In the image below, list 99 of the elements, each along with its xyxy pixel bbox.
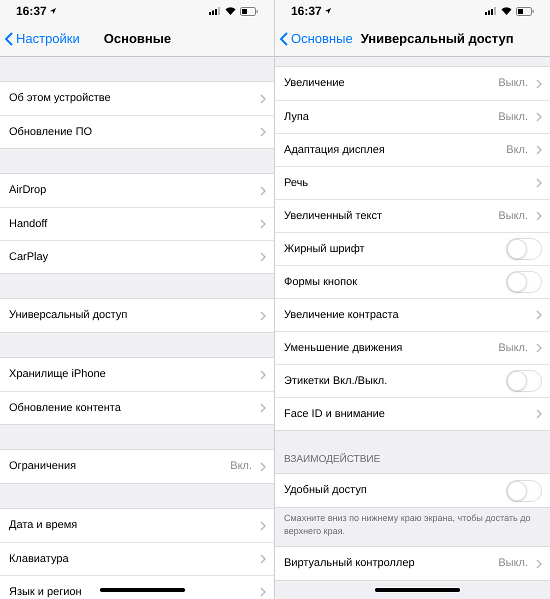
row-label: Удобный доступ: [284, 483, 367, 498]
settings-row[interactable]: Handoff: [0, 207, 274, 240]
chevron-icon: [536, 178, 542, 188]
row-label: Увеличение: [284, 76, 345, 92]
settings-row[interactable]: Речь: [275, 166, 550, 199]
chevron-icon: [260, 370, 266, 380]
battery-icon: [240, 6, 258, 16]
chevron-icon: [260, 554, 266, 564]
settings-row[interactable]: Обновление контента: [0, 391, 274, 424]
row-label: Виртуальный контроллер: [284, 556, 415, 572]
settings-row[interactable]: CarPlay: [0, 240, 274, 273]
row-value: Выкл.: [498, 76, 528, 92]
row-label: Лупа: [284, 110, 309, 125]
row-label: Face ID и внимание: [284, 406, 385, 422]
settings-row[interactable]: Уменьшение движения Выкл.: [275, 331, 550, 364]
settings-row[interactable]: Этикетки Вкл./Выкл.: [275, 364, 550, 397]
row-label: Жирный шрифт: [284, 242, 365, 257]
settings-row[interactable]: Клавиатура: [0, 542, 274, 575]
section-footer: Смахните вниз по нижнему краю экрана, чтобы достать до верхнего края.: [284, 512, 541, 538]
settings-row[interactable]: Адаптация дисплея Вкл.: [275, 133, 550, 166]
row-value: Выкл.: [498, 110, 528, 125]
back-icon: [280, 32, 288, 46]
settings-row[interactable]: Увеличение Выкл.: [275, 67, 550, 100]
chevron-icon: [536, 409, 542, 419]
row-label: Речь: [284, 176, 308, 191]
settings-row[interactable]: Об этом устройстве: [0, 82, 274, 115]
back-button[interactable]: Настройки: [5, 29, 80, 49]
chevron-icon: [536, 310, 542, 320]
settings-row[interactable]: AirDrop: [0, 174, 274, 207]
row-label: AirDrop: [9, 183, 46, 198]
row-label: Универсальный доступ: [9, 308, 128, 324]
row-label: Увеличенный текст: [284, 208, 382, 224]
chevron-icon: [260, 587, 266, 597]
wifi-icon: [501, 7, 512, 15]
toggle-switch[interactable]: [506, 238, 542, 260]
battery-icon: [516, 6, 534, 16]
settings-row[interactable]: Увеличение контраста: [275, 298, 550, 331]
row-label: Клавиатура: [9, 552, 69, 567]
chevron-icon: [260, 127, 266, 137]
settings-row[interactable]: Ограничения Вкл.: [0, 450, 274, 483]
toggle-switch[interactable]: [506, 271, 542, 293]
settings-row[interactable]: Face ID и внимание: [275, 397, 550, 430]
row-label: CarPlay: [9, 250, 48, 265]
settings-row[interactable]: Дата и время: [0, 509, 274, 542]
row-label: Язык и регион: [9, 584, 82, 599]
chevron-icon: [536, 145, 542, 155]
row-label: Дата и время: [9, 518, 78, 534]
chevron-icon: [260, 186, 266, 196]
settings-row[interactable]: Универсальный доступ: [0, 299, 274, 332]
row-label: Обновление контента: [9, 400, 121, 416]
signal-icon: [485, 7, 497, 15]
row-label: Уменьшение движения: [284, 340, 402, 356]
back-icon: [5, 32, 13, 46]
row-value: Выкл.: [498, 208, 528, 224]
settings-row[interactable]: Жирный шрифт: [275, 232, 550, 265]
row-label: Адаптация дисплея: [284, 142, 385, 158]
chevron-icon: [536, 112, 542, 122]
row-value: Выкл.: [498, 556, 528, 572]
section-header: ВЗАИМОДЕЙСТВИЕ: [284, 452, 380, 467]
status-time: 16:37: [291, 3, 322, 20]
nav-title: Основные: [104, 30, 172, 48]
chevron-icon: [260, 520, 266, 530]
settings-row[interactable]: Увеличенный текст Выкл.: [275, 199, 550, 232]
settings-row[interactable]: Формы кнопок: [275, 265, 550, 298]
row-label: Этикетки Вкл./Выкл.: [284, 374, 388, 389]
chevron-icon: [260, 462, 266, 472]
toggle-switch[interactable]: [506, 370, 542, 392]
chevron-icon: [260, 219, 266, 229]
settings-row[interactable]: Удобный доступ: [275, 474, 550, 507]
row-label: Handoff: [9, 216, 48, 232]
row-value: Вкл.: [230, 459, 252, 474]
chevron-icon: [536, 78, 542, 88]
row-value: Выкл.: [498, 340, 528, 356]
chevron-icon: [536, 558, 542, 568]
settings-row[interactable]: Хранилище iPhone: [0, 358, 274, 391]
location-icon: [48, 7, 57, 15]
chevron-icon: [260, 403, 266, 413]
nav-title: Универсальный доступ: [360, 30, 514, 48]
row-label: Хранилище iPhone: [9, 367, 106, 382]
row-label: Об этом устройстве: [9, 91, 111, 106]
signal-icon: [209, 7, 221, 15]
chevron-icon: [260, 252, 266, 262]
row-label: Обновление ПО: [9, 124, 92, 140]
settings-row[interactable]: Обновление ПО: [0, 115, 274, 148]
settings-row[interactable]: Виртуальный контроллер Выкл.: [275, 547, 550, 580]
chevron-icon: [260, 310, 266, 320]
location-icon: [324, 7, 332, 15]
row-label: Формы кнопок: [284, 274, 358, 290]
settings-row[interactable]: Лупа Выкл.: [275, 100, 550, 133]
back-button[interactable]: Основные: [280, 29, 353, 49]
toggle-switch[interactable]: [506, 480, 542, 502]
status-time: 16:37: [16, 3, 47, 20]
wifi-icon: [225, 7, 236, 15]
row-value: Вкл.: [506, 142, 528, 158]
row-label: Ограничения: [9, 459, 76, 474]
chevron-icon: [536, 343, 542, 353]
chevron-icon: [536, 211, 542, 221]
row-label: Увеличение контраста: [284, 308, 399, 323]
chevron-icon: [260, 94, 266, 104]
